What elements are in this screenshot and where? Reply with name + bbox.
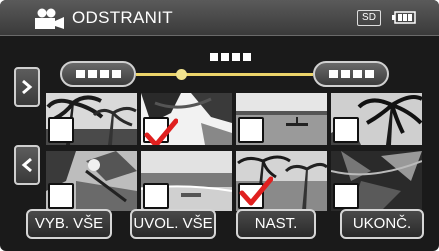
thumbnail-palm-leaf-closeup[interactable] — [141, 93, 232, 145]
header-bar: ODSTRANIT SD — [0, 0, 439, 36]
thumbnail-boat-on-lake[interactable] — [236, 93, 327, 145]
battery-icon — [392, 11, 416, 24]
selection-checkbox[interactable] — [333, 117, 359, 143]
deselect-all-button[interactable]: UVOL. VŠE — [130, 209, 216, 239]
chevron-right-icon — [22, 79, 33, 95]
chevron-left-icon — [21, 157, 32, 173]
video-camera-icon — [35, 8, 64, 29]
select-all-button[interactable]: VYB. VŠE — [26, 209, 112, 239]
selection-checkbox[interactable] — [333, 183, 359, 209]
next-page-button[interactable] — [14, 67, 40, 107]
sd-card-badge: SD — [357, 10, 381, 26]
previous-page-button[interactable] — [14, 145, 40, 185]
page-title: ODSTRANIT — [72, 8, 173, 27]
thumbnail-palms-over-water[interactable] — [236, 151, 327, 211]
set-button[interactable]: NAST. — [236, 209, 316, 239]
checkmark-icon — [239, 176, 273, 206]
thumbnail-palm-trees-sunset[interactable] — [46, 93, 137, 145]
selection-checkbox[interactable] — [143, 183, 169, 209]
camera-lcd-screen: ODSTRANIT SD VYB. VŠE UVOL. VŠE NAST. UK… — [0, 0, 439, 251]
range-start-button[interactable] — [60, 61, 136, 87]
thumbnail-beach-shoreline[interactable] — [141, 151, 232, 211]
thumbnail-sunlit-foliage[interactable] — [46, 151, 137, 211]
selection-checkbox[interactable] — [238, 117, 264, 143]
selection-checkbox[interactable] — [48, 117, 74, 143]
current-date-indicator — [200, 53, 260, 63]
thumbnail-palm-silhouette-sky[interactable] — [331, 93, 422, 145]
range-end-button[interactable] — [313, 61, 389, 87]
end-button[interactable]: UKONČ. — [340, 209, 424, 239]
selection-checkbox[interactable] — [48, 183, 74, 209]
date-slider-thumb[interactable] — [176, 69, 187, 80]
date-slider-track[interactable] — [136, 73, 313, 76]
thumbnail-dark-leaves[interactable] — [331, 151, 422, 211]
checkmark-icon — [144, 118, 178, 145]
